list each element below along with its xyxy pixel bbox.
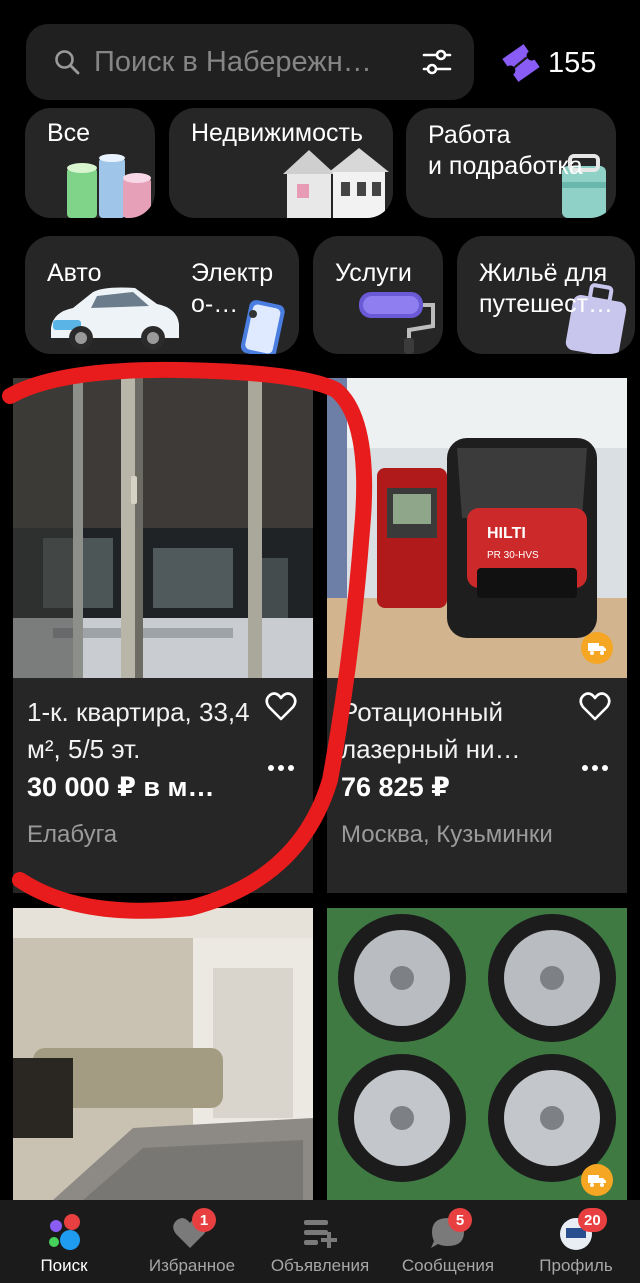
category-travel-housing[interactable]: Жильё для путешест… xyxy=(457,236,635,354)
category-label: Электр о-… xyxy=(191,259,274,318)
paint-roller-illustration xyxy=(359,292,435,354)
category-jobs[interactable]: Работа и подработка xyxy=(406,108,616,218)
model-text: PR 30-HVS xyxy=(487,550,539,561)
notification-badge: 20 xyxy=(578,1208,607,1232)
nav-search[interactable]: Поиск xyxy=(0,1200,128,1283)
more-dots-icon[interactable] xyxy=(267,764,295,772)
listing-price: 76 825 ₽ xyxy=(341,772,450,802)
listing-location: Елабуга xyxy=(27,821,118,848)
avito-logo-icon xyxy=(49,1214,80,1250)
promo-count: 155 xyxy=(548,46,597,79)
apartment-window-photo xyxy=(13,378,313,678)
category-label: Жильё для путешест… xyxy=(479,259,614,318)
ads-list-plus-icon xyxy=(304,1220,337,1248)
ticket-icon xyxy=(502,44,540,82)
listing-price: 30 000 ₽ в м… xyxy=(27,772,215,802)
promo-counter[interactable]: 155 xyxy=(500,40,596,86)
search-icon xyxy=(55,50,80,75)
nav-label: Объявления xyxy=(270,1256,370,1275)
nav-favorites[interactable]: 1 Избранное xyxy=(128,1200,256,1283)
bottom-navigation: Поиск 1 Избранное Объявления 5 Сообщения… xyxy=(0,1200,640,1283)
listing-card[interactable]: 1-к. квартира, 33,4 м², 5/5 эт. 30 000 ₽… xyxy=(13,378,313,893)
category-label: Недвижимость xyxy=(191,119,363,147)
listing-photo[interactable] xyxy=(13,908,313,1200)
nav-messages[interactable]: 5 Сообщения xyxy=(384,1200,512,1283)
notification-badge: 1 xyxy=(192,1208,216,1232)
more-dots-icon[interactable] xyxy=(581,764,609,772)
category-real-estate[interactable]: Недвижимость xyxy=(169,108,393,218)
filter-icon[interactable] xyxy=(422,47,452,77)
delivery-badge xyxy=(581,1164,613,1196)
category-all[interactable]: Все xyxy=(25,108,155,218)
category-label: Все xyxy=(47,119,91,147)
favorite-heart-icon[interactable] xyxy=(265,692,297,722)
listing-title[interactable]: 1-к. квартира, 33,4 м², 5/5 эт. xyxy=(27,694,257,768)
listing-location: Москва, Кузьминки xyxy=(341,821,553,848)
listing-photo[interactable] xyxy=(13,378,313,678)
nav-profile[interactable]: 20 Профиль xyxy=(512,1200,640,1283)
listing-title[interactable]: Ротационный лазерный ни… xyxy=(341,694,571,768)
notification-badge: 5 xyxy=(448,1208,472,1232)
room-photo xyxy=(13,908,313,1200)
nav-ads[interactable]: Объявления xyxy=(256,1200,384,1283)
nav-label: Профиль xyxy=(539,1256,613,1275)
nav-label: Избранное xyxy=(148,1256,236,1275)
laser-level-photo: HILTI PR 30-HVS xyxy=(327,378,627,678)
category-label: Работа и подработка xyxy=(428,121,583,180)
nav-label: Сообщения xyxy=(401,1256,495,1275)
delivery-badge xyxy=(581,632,613,664)
truck-icon xyxy=(588,1175,606,1187)
brand-logo-text: HILTI xyxy=(487,525,526,542)
category-label: Авто xyxy=(47,259,102,287)
house-illustration xyxy=(283,148,389,218)
truck-icon xyxy=(588,643,606,655)
category-electronics[interactable]: Электр о-… xyxy=(169,236,299,354)
listing-card[interactable] xyxy=(327,908,627,1200)
all-categories-illustration xyxy=(67,154,151,218)
category-label: Услуги xyxy=(335,259,412,287)
search-bar[interactable] xyxy=(26,24,474,100)
listing-photo[interactable]: HILTI PR 30-HVS xyxy=(327,378,627,678)
nav-label: Поиск xyxy=(40,1256,88,1275)
car-illustration xyxy=(51,287,179,350)
category-services[interactable]: Услуги xyxy=(313,236,443,354)
nav-icon-wrap: 1 xyxy=(170,1208,216,1252)
listing-card[interactable]: HILTI PR 30-HVS Ротационный лазерный ни…… xyxy=(327,378,627,893)
favorite-heart-icon[interactable] xyxy=(579,692,611,722)
nav-icon-wrap: 20 xyxy=(554,1208,607,1252)
nav-icon-wrap: 5 xyxy=(426,1208,472,1252)
search-input[interactable] xyxy=(94,45,412,79)
listing-card[interactable] xyxy=(13,908,313,1200)
wheels-photo xyxy=(327,908,627,1200)
listing-photo[interactable] xyxy=(327,908,627,1200)
